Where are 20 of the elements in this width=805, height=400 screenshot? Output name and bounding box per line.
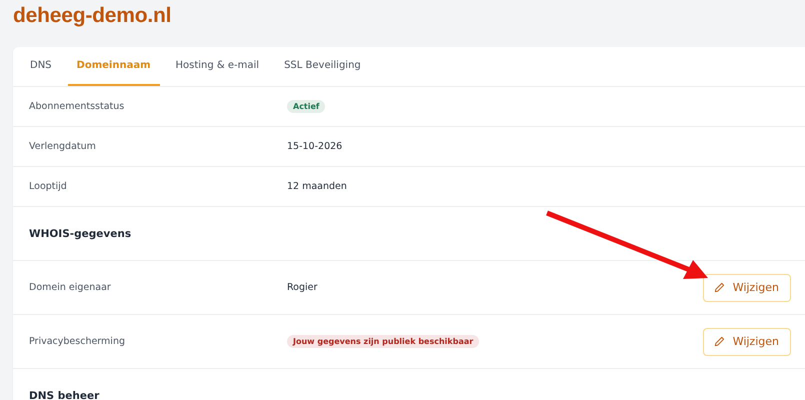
section-heading: DNS beheer — [29, 390, 100, 400]
site-title: deheeg-demo.nl — [13, 2, 172, 28]
edit-button[interactable]: Wijzigen — [702, 328, 791, 356]
field-value: 15-10-2026 — [287, 141, 342, 152]
field-label: Domein eigenaar — [29, 282, 112, 293]
edit-button[interactable]: Wijzigen — [702, 274, 791, 302]
field-value: 12 maanden — [287, 181, 347, 192]
pencil-icon — [714, 282, 725, 293]
field-label: Privacybescherming — [29, 336, 126, 347]
field-label: Verlengdatum — [29, 141, 97, 152]
status-badge: Jouw gegevens zijn publiek beschikbaar — [287, 335, 480, 348]
tab[interactable]: DNS — [21, 47, 61, 86]
section-heading: WHOIS-gegevens — [29, 228, 132, 240]
tab[interactable]: SSL Beveiliging — [275, 47, 370, 86]
pencil-icon — [714, 336, 725, 347]
field-value: Rogier — [287, 282, 318, 293]
field-label: Looptijd — [29, 181, 68, 192]
status-badge: Actief — [287, 100, 326, 113]
field-label: Abonnementsstatus — [29, 101, 126, 112]
tab[interactable]: Hosting & e-mail — [166, 47, 268, 86]
